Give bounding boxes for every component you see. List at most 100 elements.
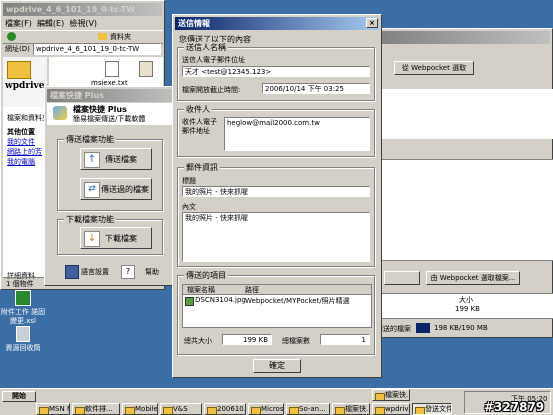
expiry-field[interactable]: 2006/10/14 下午 03:25: [262, 83, 370, 94]
size-value: 199 KB: [455, 305, 480, 313]
left-small-button[interactable]: [384, 271, 420, 285]
col-size-header: 大小: [459, 296, 473, 304]
quicklaunch-row: [40, 389, 240, 394]
download-group-label: 下載檔案功能: [64, 214, 116, 225]
sender-group: 送信人名稱 送信人電子郵件位址 天才 <test@12345.123> 檔案開放…: [177, 42, 375, 101]
col-path[interactable]: 路徑: [245, 285, 259, 295]
menu-edit[interactable]: 編輯(E): [37, 19, 64, 28]
back-icon[interactable]: [7, 32, 16, 41]
file-icon-setup[interactable]: [139, 61, 153, 77]
image-file-icon: [185, 297, 194, 306]
task-2006[interactable]: 200610...: [204, 403, 246, 415]
panel-title-bar[interactable]: 檔案快捷 Plus: [47, 89, 175, 102]
recipient-area: [376, 89, 553, 139]
ok-button[interactable]: 確定: [253, 359, 301, 373]
dialog-title-bar[interactable]: 送信情報 ×: [175, 17, 379, 30]
desktop-icon-attachment-label: 附件工作 諾固變更.xsl: [0, 308, 46, 325]
send-file-window: 從 Webpocket 選取 由 Webpocket 選取檔案... 大小 19…: [375, 28, 553, 338]
send-file-label: 傳送檔案: [105, 155, 137, 164]
table-row[interactable]: DSCN3104.jpg Webpocket/MYPocket/照片精選: [183, 296, 371, 306]
task-microsoft[interactable]: Microso...: [248, 403, 284, 415]
task-send-file[interactable]: 發送文件: [412, 403, 452, 415]
sent-files-icon: ⇄: [84, 182, 100, 198]
folder-icon: [98, 33, 107, 40]
send-file-button[interactable]: ↑ 傳送檔案: [80, 148, 152, 170]
recipient-group: 收件人 收件人電子郵件地址 heglow@mail2000.com.tw: [177, 104, 375, 157]
file-path-cell: Webpocket/MYPocket/照片精選: [245, 297, 350, 305]
mail-info-group: 郵件資訊 標題 我的照片 - 快來抓喔 內文 我的照片 - 快來抓喔: [177, 162, 375, 267]
task-soan[interactable]: So-an...: [286, 403, 330, 415]
help-label: 幫助: [145, 268, 159, 276]
address-field[interactable]: wpdrive_4_6_101_19_0-tc-TW: [33, 43, 161, 55]
sender-group-label: 送信人名稱: [184, 42, 228, 53]
desktop-icon-recycle-bin[interactable]: 資源回收筒: [0, 326, 46, 353]
webpocket-select-button[interactable]: 從 Webpocket 選取: [394, 61, 474, 75]
menu-view[interactable]: 檢視(V): [69, 19, 97, 28]
taskbar: 開始 MSN M... 軟件排... Mobile0... V&S 200610…: [0, 388, 553, 415]
task-mobile[interactable]: Mobile0...: [122, 403, 158, 415]
file-name-cell: DSCN3104.jpg: [195, 296, 246, 304]
language-setting[interactable]: 語言設置: [65, 265, 115, 279]
task-vs[interactable]: V&S: [160, 403, 202, 415]
col-file-name[interactable]: 檔案名稱: [187, 285, 215, 295]
download-icon: ↓: [84, 231, 100, 247]
items-header: 檔案名稱 路徑: [183, 285, 371, 295]
progress-bar: [416, 323, 430, 333]
side-link-network[interactable]: 網路上的芳: [7, 147, 42, 157]
start-button[interactable]: 開始: [2, 391, 36, 402]
document-icon: [15, 290, 31, 306]
sender-field[interactable]: 天才 <test@12345.123>: [182, 66, 370, 77]
send-status-bar: 傳送的檔案 198 KB/190 MB: [376, 323, 553, 335]
side-link-computer[interactable]: 我的電腦: [7, 157, 35, 167]
folder-title: wpdrive_4_6_101_19_0-tc-TW: [5, 81, 47, 91]
task-shortcut-2[interactable]: 檔案快...: [372, 389, 410, 401]
menu-file[interactable]: 檔案(F): [5, 19, 32, 28]
total-size-field: 199 KB: [222, 334, 272, 345]
send-group: 傳送檔案功能 ↑ 傳送檔案 ⇄ 傳送過的檔案: [57, 134, 163, 211]
language-icon: [65, 265, 79, 279]
file-count-field: 1: [320, 334, 370, 345]
desktop-icon-attachment[interactable]: 附件工作 諾固變更.xsl: [0, 290, 46, 326]
panel-title: 檔案快捷 Plus: [50, 91, 104, 100]
recipient-group-label: 收件人: [184, 104, 212, 115]
explorer-title-bar[interactable]: wpdrive_4_6_101_19_0-tc-TW: [3, 3, 162, 16]
webpocket-choose-label: 由 Webpocket 選取檔案...: [430, 274, 516, 282]
body-field[interactable]: 我的照片 - 快來抓喔: [182, 212, 370, 262]
download-file-label: 下載檔案: [105, 234, 137, 243]
ok-label: 確定: [269, 361, 285, 370]
explorer-menu-bar: 檔案(F) 編輯(E) 檢視(V): [5, 18, 165, 29]
sent-files-label: 傳送過的檔案: [101, 185, 149, 194]
side-link-documents[interactable]: 我的文件: [7, 137, 35, 147]
explorer-side-pane: wpdrive_4_6_101_19_0-tc-TW 檔案和資料夾工作 其他位置…: [3, 57, 63, 280]
recipient-field[interactable]: heglow@mail2000.com.tw: [224, 117, 370, 151]
task-wpdrive[interactable]: wpdriv...: [372, 403, 410, 415]
close-icon[interactable]: ×: [366, 18, 378, 28]
webpocket-choose-button[interactable]: 由 Webpocket 選取檔案...: [426, 271, 520, 285]
recycle-bin-icon: [16, 326, 30, 342]
total-size-label: 總共大小: [184, 337, 212, 345]
body-value: 我的照片 - 快來抓喔: [185, 214, 248, 222]
address-bar: 網址(D) wpdrive_4_6_101_19_0-tc-TW: [3, 43, 163, 55]
start-label: 開始: [12, 392, 26, 400]
mail-info-group-label: 郵件資訊: [184, 162, 220, 173]
selected-files-list: 大小 199 KB: [376, 293, 553, 319]
language-label: 語言設置: [81, 268, 109, 276]
body-label: 內文: [182, 203, 196, 211]
explorer-title: wpdrive_4_6_101_19_0-tc-TW: [6, 5, 136, 14]
subject-field[interactable]: 我的照片 - 快來抓喔: [182, 186, 370, 197]
task-msn[interactable]: MSN M...: [36, 403, 70, 415]
upload-icon: ↑: [84, 152, 100, 168]
download-group: 下載檔案功能 ↓ 下載檔案: [57, 214, 163, 255]
file-icon[interactable]: [105, 61, 119, 77]
task-shortcut-1[interactable]: 檔案快...: [332, 403, 370, 415]
sent-files-button[interactable]: ⇄ 傳送過的檔案: [80, 178, 152, 200]
help-button[interactable]: ? 幫助: [121, 265, 161, 279]
app-logo-icon: [53, 106, 67, 120]
task-software[interactable]: 軟件排...: [72, 403, 120, 415]
send-group-label: 傳送檔案功能: [64, 134, 116, 145]
dialog-title: 送信情報: [178, 19, 210, 28]
download-file-button[interactable]: ↓ 下載檔案: [80, 227, 152, 249]
toolbar-folder-label[interactable]: 資料夾: [110, 32, 131, 42]
side-heading-other: 其他位置: [7, 128, 35, 136]
send-window-title-bar[interactable]: [378, 31, 550, 44]
